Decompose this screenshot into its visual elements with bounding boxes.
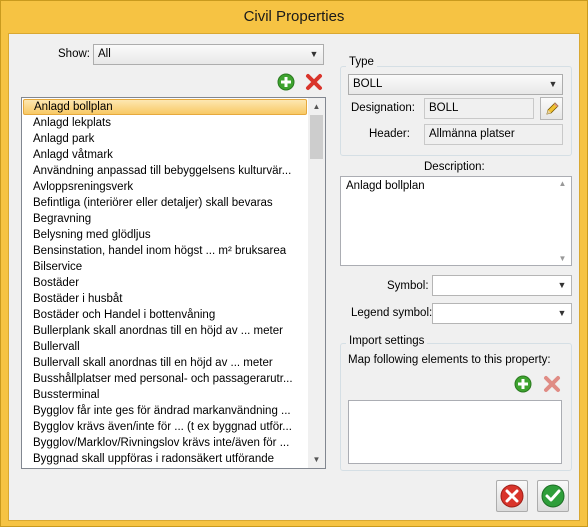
designation-field[interactable]: BOLL bbox=[424, 98, 534, 119]
scroll-up-icon[interactable]: ▲ bbox=[554, 179, 571, 188]
list-item[interactable]: Anlagd lekplats bbox=[23, 115, 307, 131]
plus-icon bbox=[277, 73, 295, 91]
add-mapping-button[interactable] bbox=[513, 374, 533, 394]
list-item[interactable]: Bussterminal bbox=[23, 387, 307, 403]
dialog-window: Civil Properties Show: All ▼ Anlagd boll… bbox=[0, 0, 588, 527]
window-title: Civil Properties bbox=[243, 8, 345, 25]
list-item[interactable]: Bostäder i husbåt bbox=[23, 291, 307, 307]
cancel-button[interactable] bbox=[496, 480, 528, 512]
add-property-button[interactable] bbox=[276, 72, 296, 92]
designation-value: BOLL bbox=[429, 102, 459, 114]
edit-designation-button[interactable] bbox=[540, 97, 563, 120]
legend-symbol-dropdown[interactable]: ▼ bbox=[432, 303, 572, 324]
show-filter-dropdown[interactable]: All ▼ bbox=[93, 44, 324, 65]
chevron-down-icon: ▼ bbox=[309, 49, 319, 59]
property-listbox[interactable]: Anlagd bollplan Anlagd lekplats Anlagd par… bbox=[21, 97, 326, 469]
list-item[interactable]: Belysning med glödljus bbox=[23, 227, 307, 243]
list-item[interactable]: Bostäder och Handel i bottenvåning bbox=[23, 307, 307, 323]
description-label: Description: bbox=[424, 161, 485, 173]
type-group-label: Type bbox=[346, 56, 377, 68]
remove-property-button[interactable] bbox=[304, 72, 324, 92]
list-item[interactable]: Bullerplank skall anordnas till en höjd … bbox=[23, 323, 307, 339]
list-item[interactable]: Avloppsreningsverk bbox=[23, 179, 307, 195]
list-item[interactable]: Begravning bbox=[23, 211, 307, 227]
list-item[interactable]: Bostäder bbox=[23, 275, 307, 291]
list-item[interactable]: Bullervall bbox=[23, 339, 307, 355]
designation-label: Designation: bbox=[351, 102, 415, 114]
import-settings-label: Import settings bbox=[346, 335, 428, 347]
description-textarea[interactable]: Anlagd bollplan ▲ ▼ bbox=[340, 176, 572, 266]
remove-mapping-button[interactable] bbox=[542, 374, 562, 394]
show-label: Show: bbox=[58, 48, 90, 60]
cancel-icon bbox=[500, 484, 524, 508]
scroll-down-icon[interactable]: ▼ bbox=[554, 254, 571, 263]
map-elements-label: Map following elements to this property: bbox=[348, 354, 551, 366]
header-field[interactable]: Allmänna platser bbox=[424, 124, 563, 145]
chevron-down-icon: ▼ bbox=[557, 280, 567, 290]
type-value: BOLL bbox=[353, 78, 383, 90]
list-item[interactable]: Bilservice bbox=[23, 259, 307, 275]
list-item[interactable]: Bullervall skall anordnas till en höjd a… bbox=[23, 355, 307, 371]
pencil-icon bbox=[545, 101, 559, 115]
header-value: Allmänna platser bbox=[429, 128, 515, 140]
header-label: Header: bbox=[369, 128, 410, 140]
symbol-label: Symbol: bbox=[387, 280, 429, 292]
list-item[interactable]: Anlagd våtmark bbox=[23, 147, 307, 163]
list-item[interactable]: Byggnad skall uppföras i radonsäkert utf… bbox=[23, 451, 307, 467]
delete-x-icon bbox=[306, 74, 322, 90]
list-item[interactable]: Bygglov/Marklov/Rivningslov krävs inte/ä… bbox=[23, 435, 307, 451]
chevron-down-icon: ▼ bbox=[548, 79, 558, 89]
list-item-selected[interactable]: Anlagd bollplan bbox=[23, 99, 307, 115]
type-dropdown[interactable]: BOLL ▼ bbox=[348, 74, 563, 95]
scroll-thumb[interactable] bbox=[310, 115, 323, 159]
symbol-dropdown[interactable]: ▼ bbox=[432, 275, 572, 296]
scroll-up-icon[interactable]: ▲ bbox=[308, 98, 325, 115]
delete-x-icon bbox=[544, 376, 560, 392]
checkmark-icon bbox=[541, 484, 565, 508]
list-item[interactable]: Användning anpassad till bebyggelsens ku… bbox=[23, 163, 307, 179]
list-item[interactable]: Bygglov krävs även/inte för ... (t ex by… bbox=[23, 419, 307, 435]
legend-symbol-label: Legend symbol: bbox=[351, 307, 433, 319]
list-scrollbar[interactable]: ▲ ▼ bbox=[308, 98, 325, 468]
list-item[interactable]: Bensinstation, handel inom högst ... m² … bbox=[23, 243, 307, 259]
plus-icon bbox=[514, 375, 532, 393]
list-item[interactable]: Befintliga (interiörer eller detaljer) s… bbox=[23, 195, 307, 211]
list-item[interactable]: Bygglov får inte ges för ändrad markanvä… bbox=[23, 403, 307, 419]
ok-button[interactable] bbox=[537, 480, 569, 512]
list-item[interactable]: Busshållplatser med personal- och passag… bbox=[23, 371, 307, 387]
mapping-list[interactable] bbox=[348, 400, 562, 464]
dialog-client-area: Show: All ▼ Anlagd bollplan Anlagd lekpla… bbox=[8, 33, 580, 521]
description-scrollbar[interactable]: ▲ ▼ bbox=[554, 177, 571, 265]
chevron-down-icon: ▼ bbox=[557, 308, 567, 318]
scroll-down-icon[interactable]: ▼ bbox=[308, 451, 325, 468]
show-filter-value: All bbox=[98, 48, 111, 60]
description-value: Anlagd bollplan bbox=[346, 180, 425, 192]
list-item[interactable]: Anlagd park bbox=[23, 131, 307, 147]
